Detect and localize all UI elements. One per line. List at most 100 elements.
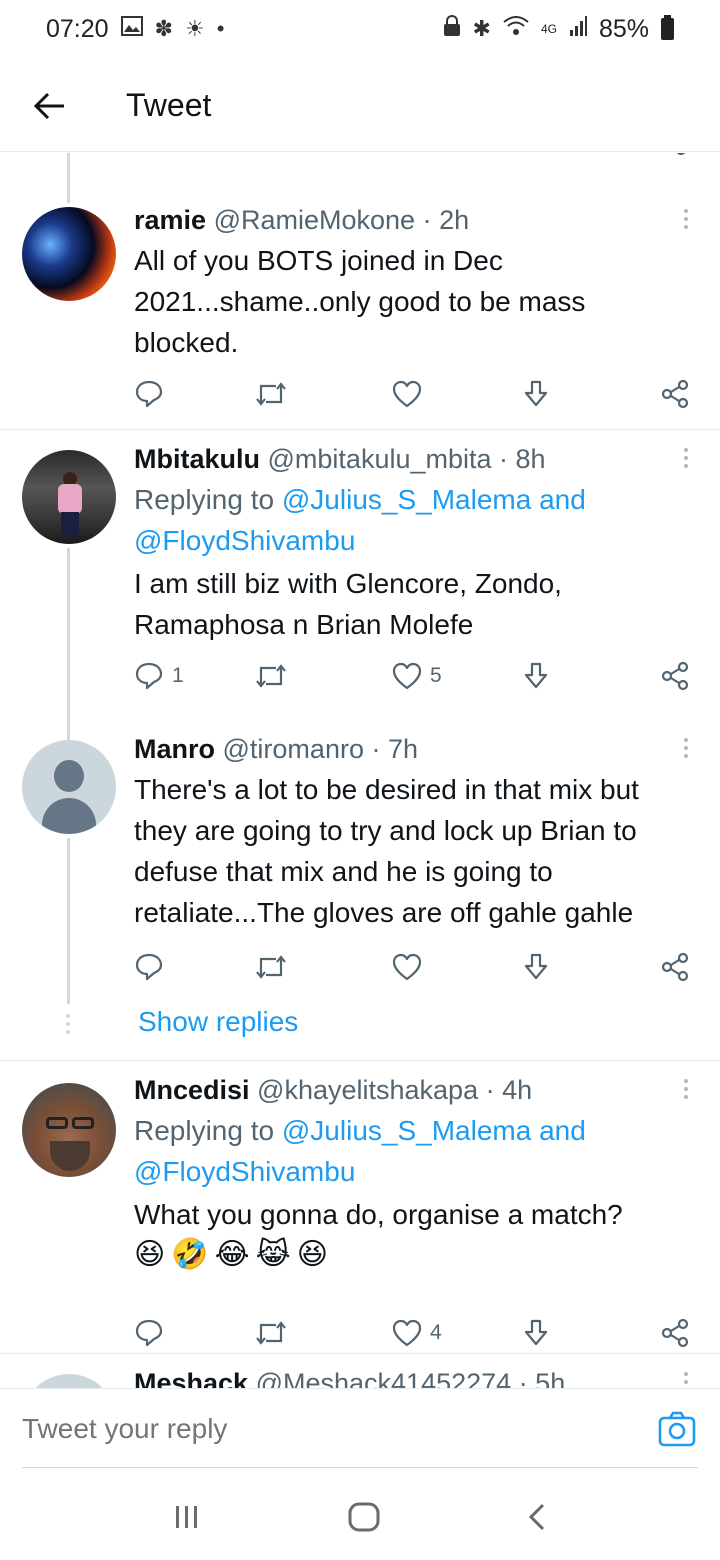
app-header: Tweet — [0, 60, 720, 152]
share-network-icon — [661, 1318, 689, 1348]
reply-input[interactable] — [22, 1403, 622, 1455]
user-handle[interactable]: @RamieMokone — [214, 205, 416, 235]
tweet-line: defuse that mix and he is going to — [134, 856, 553, 887]
like-button[interactable]: 4 — [392, 1319, 442, 1347]
battery-level: 85% — [598, 14, 649, 43]
retweet-button[interactable] — [254, 379, 288, 409]
replying-to: Replying to @Julius_S_Malema and @FloydS… — [134, 479, 696, 561]
lock-icon — [443, 15, 461, 43]
more-options-icon[interactable] — [682, 448, 690, 468]
share-button[interactable] — [660, 379, 690, 409]
home-button[interactable] — [348, 1502, 380, 1537]
share-network-icon — [661, 661, 689, 691]
mention-link[interactable]: @FloydShivambu — [134, 520, 696, 561]
reply-button[interactable]: 1 — [134, 661, 184, 691]
tweet-time: · 8h — [499, 444, 546, 474]
tweet-item[interactable]: Mncedisi @khayelitshakapa · 4h Replying … — [0, 1061, 720, 1351]
tweet-actions: 4 — [134, 1318, 690, 1348]
tweet-item[interactable]: ramie @RamieMokone · 2h All of you BOTS … — [0, 193, 720, 429]
replies-feed[interactable]: ramie @RamieMokone · 2h All of you BOTS … — [0, 153, 720, 1388]
reply-icon — [135, 380, 163, 408]
mention-link[interactable]: @Julius_S_Malema and — [282, 1115, 586, 1146]
avatar[interactable] — [22, 207, 116, 301]
more-options-icon[interactable] — [682, 738, 690, 758]
download-arrow-icon — [524, 380, 548, 407]
like-icon[interactable] — [392, 153, 422, 161]
home-icon — [348, 1502, 380, 1531]
retweet-button[interactable] — [254, 1318, 288, 1348]
user-handle[interactable]: @khayelitshakapa — [257, 1075, 478, 1105]
clock: 07:20 — [46, 14, 109, 43]
share-icon[interactable] — [522, 153, 552, 161]
wifi-icon — [503, 16, 529, 42]
tweet-header: ramie @RamieMokone · 2h — [134, 205, 670, 236]
retweet-icon — [256, 664, 286, 688]
download-button[interactable] — [522, 379, 550, 409]
user-name[interactable]: Mncedisi — [134, 1075, 250, 1105]
share-network-icon — [661, 379, 689, 409]
user-handle[interactable]: @tiromanro — [223, 734, 364, 764]
back-button[interactable] — [0, 60, 100, 152]
page-title: Tweet — [126, 87, 212, 123]
share-button[interactable] — [660, 1318, 690, 1348]
user-name[interactable]: Manro — [134, 734, 215, 764]
tweet-item[interactable]: Meshack @Meshack41452274 · 5h — [0, 1354, 720, 1388]
like-button[interactable] — [392, 953, 422, 981]
status-bar: 07:20 ✽ ☀ • ✱ 4G 85% — [0, 0, 720, 58]
more-options-icon[interactable] — [682, 209, 690, 229]
avatar[interactable] — [22, 1374, 116, 1388]
back-chevron-icon — [528, 1503, 544, 1530]
recent-apps-button[interactable] — [173, 1503, 201, 1536]
reply-icon[interactable] — [134, 153, 164, 161]
retweet-button[interactable] — [254, 952, 288, 982]
retweet-icon — [256, 382, 286, 406]
reply-button[interactable] — [134, 1318, 164, 1348]
download-button[interactable] — [522, 952, 550, 982]
reply-button[interactable] — [134, 952, 164, 982]
tweet-line: 2021...shame..only good to be mass — [134, 286, 586, 317]
user-name[interactable]: Meshack — [134, 1368, 248, 1388]
share-button[interactable] — [660, 661, 690, 691]
avatar[interactable] — [22, 740, 116, 834]
like-button[interactable]: 5 — [392, 662, 442, 690]
tweet-actions — [134, 379, 690, 409]
battery-icon — [661, 15, 674, 40]
download-arrow-icon — [524, 1319, 548, 1346]
heart-icon — [392, 380, 422, 408]
replying-label: Replying to — [134, 484, 282, 515]
like-button[interactable] — [392, 380, 422, 408]
tweet-line: All of you BOTS joined in Dec — [134, 245, 503, 276]
tweet-line: Ramaphosa n Brian Molefe — [134, 609, 474, 640]
bluetooth-icon: ✱ — [472, 16, 491, 41]
share-network-icon[interactable] — [660, 153, 690, 161]
thread-line — [67, 838, 70, 1004]
tweet-time: · 5h — [518, 1368, 566, 1388]
reply-button[interactable] — [134, 379, 164, 409]
retweet-button[interactable] — [254, 661, 288, 691]
share-button[interactable] — [660, 952, 690, 982]
camera-button[interactable] — [658, 1411, 696, 1452]
share-network-icon — [661, 952, 689, 982]
camera-icon — [658, 1411, 696, 1447]
download-button[interactable] — [522, 1318, 550, 1348]
tweet-line: retaliate...The gloves are off gahle gah… — [134, 897, 634, 928]
more-options-icon[interactable] — [682, 1372, 690, 1388]
user-name[interactable]: Mbitakulu — [134, 444, 260, 474]
tweet-item[interactable]: Mbitakulu @mbitakulu_mbita · 8h Replying… — [0, 430, 720, 720]
download-button[interactable] — [522, 661, 550, 691]
avatar[interactable] — [22, 1083, 116, 1177]
user-handle[interactable]: @Meshack41452274 — [256, 1368, 512, 1388]
avatar[interactable] — [22, 450, 116, 544]
tweet-item[interactable]: Manro @tiromanro · 7h There's a lot to b… — [0, 720, 720, 1060]
mention-link[interactable]: @FloydShivambu — [134, 1151, 696, 1192]
show-replies-link[interactable]: Show replies — [138, 1006, 298, 1038]
tweet-text: All of you BOTS joined in Dec 2021...sha… — [134, 240, 696, 363]
back-nav-button[interactable] — [527, 1502, 547, 1537]
download-arrow-icon — [524, 953, 548, 980]
fan-icon: ✽ — [154, 16, 173, 41]
more-options-icon[interactable] — [682, 1079, 690, 1099]
user-name[interactable]: ramie — [134, 205, 206, 235]
retweet-icon[interactable] — [254, 153, 284, 161]
user-handle[interactable]: @mbitakulu_mbita — [268, 444, 492, 474]
mention-link[interactable]: @Julius_S_Malema and — [282, 484, 586, 515]
